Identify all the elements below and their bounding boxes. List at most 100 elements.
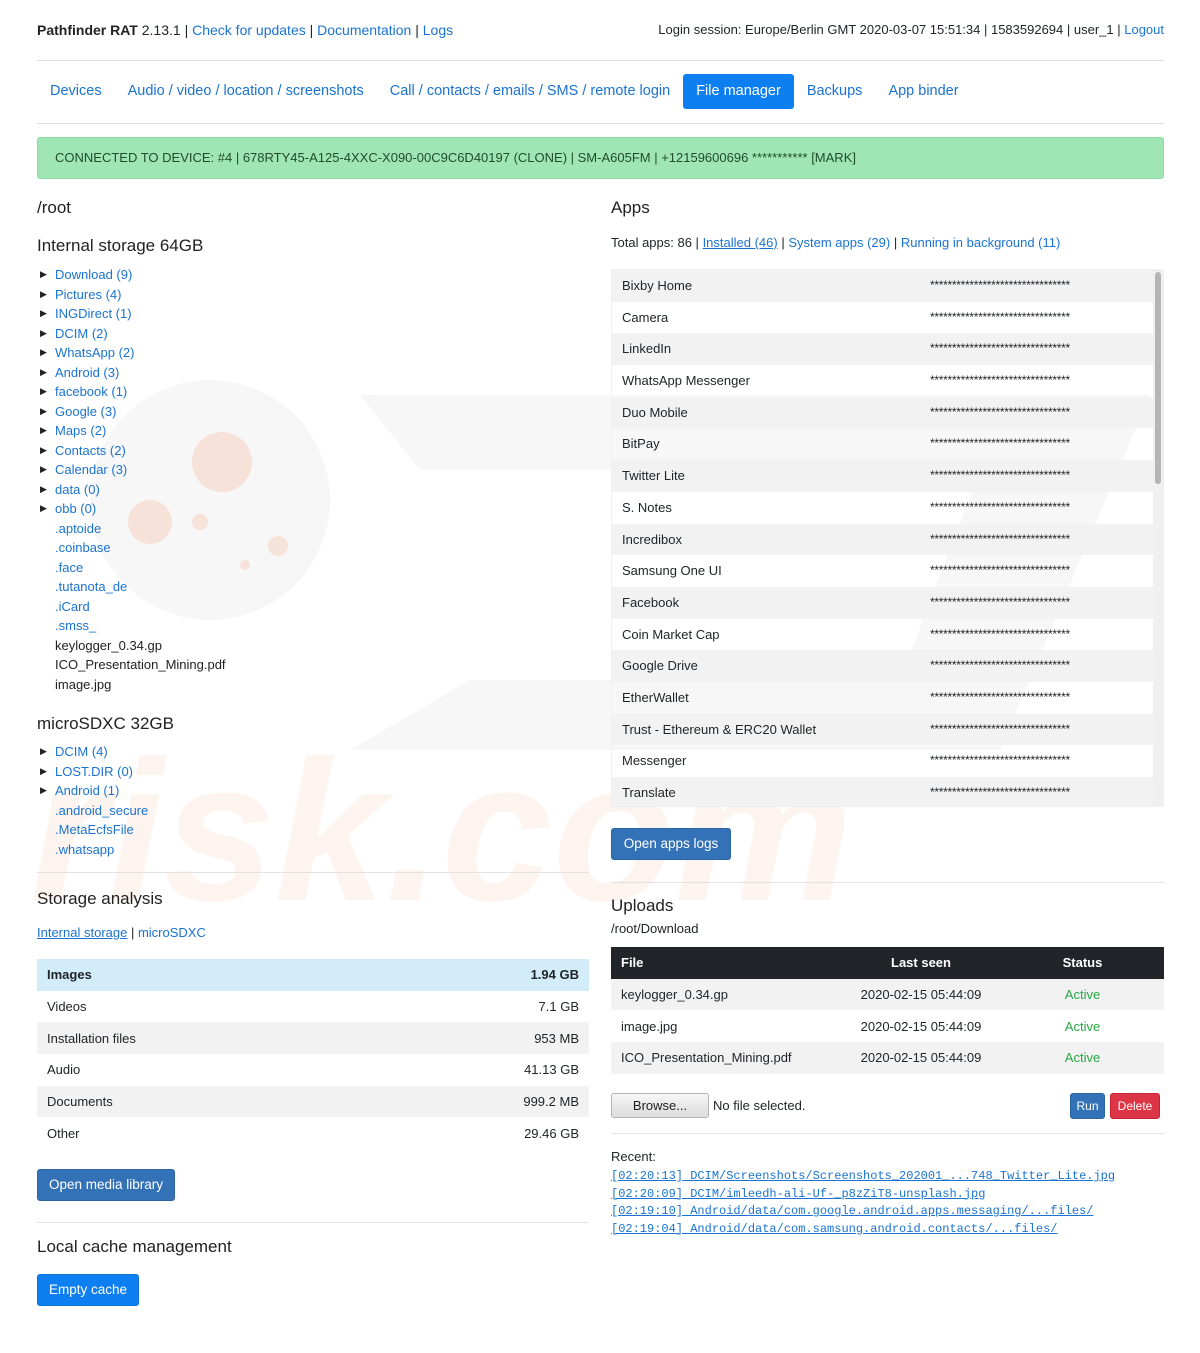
list-item[interactable]: Samsung One UI **************************… (612, 555, 1163, 587)
recent-item[interactable]: [02:20:13] DCIM/Screenshots/Screenshots_… (611, 1169, 1115, 1183)
list-item[interactable]: Google Drive ****************************… (612, 650, 1163, 682)
filter-running-background[interactable]: Running in background (11) (901, 235, 1060, 250)
filter-installed[interactable]: Installed (46) (703, 235, 778, 250)
expand-triangle-icon[interactable]: ▶ (40, 499, 47, 519)
storage-tab-sd[interactable]: microSDXC (138, 925, 206, 940)
list-item[interactable]: EtherWallet *****************************… (612, 682, 1163, 714)
folder-item[interactable]: ▶ Contacts (2) (37, 441, 337, 461)
folder-item[interactable]: ▶ Android (3) (37, 363, 337, 383)
logout-link[interactable]: Logout (1124, 22, 1164, 37)
recent-item[interactable]: [02:19:04] Android/data/com.samsung.andr… (611, 1222, 1057, 1236)
filter-system-apps[interactable]: System apps (29) (788, 235, 890, 250)
browse-button[interactable]: Browse... (611, 1093, 709, 1118)
tab-devices[interactable]: Devices (37, 74, 115, 109)
folder-item[interactable]: ▶ Maps (2) (37, 421, 337, 441)
list-item[interactable]: WhatsApp Messenger **********************… (612, 365, 1163, 397)
hidden-folder-item[interactable]: .coinbase (37, 538, 337, 558)
folder-item[interactable]: ▶ WhatsApp (2) (37, 343, 337, 363)
list-item[interactable]: S. Notes ******************************** (612, 492, 1163, 524)
tab-call-contacts[interactable]: Call / contacts / emails / SMS / remote … (377, 74, 683, 109)
folder-item[interactable]: ▶ Pictures (4) (37, 285, 337, 305)
apps-scrollbar[interactable] (1153, 270, 1163, 806)
folder-item[interactable]: ▶ facebook (1) (37, 382, 337, 402)
expand-triangle-icon[interactable]: ▶ (40, 402, 47, 422)
list-item[interactable]: Camera ******************************** (612, 302, 1163, 334)
list-item[interactable]: Bixby Home ******************************… (612, 270, 1163, 302)
app-version: 2.13.1 (141, 22, 181, 38)
hidden-folder-item[interactable]: .whatsapp (37, 840, 337, 860)
folder-item[interactable]: ▶ LOST.DIR (0) (37, 762, 337, 782)
expand-triangle-icon[interactable]: ▶ (40, 781, 47, 801)
list-item[interactable]: Incredibox ******************************… (612, 523, 1163, 556)
expand-triangle-icon[interactable]: ▶ (40, 324, 47, 344)
hidden-folder-item[interactable]: .aptoide (37, 519, 337, 539)
file-item: image.jpg (55, 676, 112, 692)
documentation-link[interactable]: Documentation (317, 22, 411, 38)
list-item[interactable]: Facebook ******************************** (612, 586, 1163, 619)
folder-item[interactable]: ▶ Android (1) (37, 781, 337, 801)
folder-item[interactable]: ▶ data (0) (37, 480, 337, 500)
expand-triangle-icon[interactable]: ▶ (40, 441, 47, 461)
hidden-folder-item[interactable]: .smss_ (37, 616, 337, 636)
expand-triangle-icon[interactable]: ▶ (40, 265, 47, 285)
expand-triangle-icon[interactable]: ▶ (40, 285, 47, 305)
open-apps-logs-button[interactable]: Open apps logs (611, 828, 731, 860)
hidden-folder-item[interactable]: .MetaEcfsFile (37, 820, 337, 840)
hidden-folder-item[interactable]: .face (37, 558, 337, 578)
status-active: Active (1064, 1018, 1101, 1034)
list-item[interactable]: Messenger *******************************… (612, 745, 1163, 777)
column-header-file: File (611, 947, 841, 979)
table-row: Audio 41.13 GB (47, 1062, 579, 1078)
expand-triangle-icon[interactable]: ▶ (40, 460, 47, 480)
list-item[interactable]: Twitter Lite ****************************… (612, 460, 1163, 492)
logs-link[interactable]: Logs (423, 22, 453, 38)
folder-item[interactable]: ▶ INGDirect (1) (37, 304, 337, 324)
delete-button[interactable]: Delete (1110, 1093, 1160, 1119)
run-button[interactable]: Run (1070, 1093, 1105, 1119)
tab-file-manager[interactable]: File manager (683, 74, 794, 109)
expand-triangle-icon[interactable]: ▶ (40, 480, 47, 500)
login-session: Login session: Europe/Berlin GMT 2020-03… (658, 22, 1164, 37)
scrollbar-thumb[interactable] (1155, 272, 1161, 484)
folder-item[interactable]: ▶ obb (0) (37, 499, 337, 519)
tab-backups[interactable]: Backups (794, 74, 876, 109)
list-item[interactable]: Coin Market Cap *************************… (612, 619, 1163, 651)
expand-triangle-icon[interactable]: ▶ (40, 382, 47, 402)
hidden-folder-item[interactable]: .tutanota_de (37, 577, 337, 597)
expand-triangle-icon[interactable]: ▶ (40, 742, 47, 762)
recent-item[interactable]: [02:19:10] Android/data/com.google.andro… (611, 1204, 1093, 1218)
folder-item[interactable]: ▶ Download (9) (37, 265, 337, 285)
tab-app-binder[interactable]: App binder (875, 74, 971, 109)
no-file-selected-text: No file selected. (713, 1098, 806, 1113)
list-item[interactable]: Duo Mobile ******************************… (612, 396, 1163, 429)
folder-item[interactable]: ▶ Google (3) (37, 402, 337, 422)
open-media-library-button[interactable]: Open media library (37, 1169, 175, 1201)
current-path: /root (37, 198, 72, 217)
list-item[interactable]: LinkedIn ******************************** (612, 333, 1163, 366)
hidden-folder-item[interactable]: .android_secure (37, 801, 337, 821)
expand-triangle-icon[interactable]: ▶ (40, 421, 47, 441)
folder-item[interactable]: ▶ DCIM (2) (37, 324, 337, 344)
apps-list[interactable]: Bixby Home ******************************… (611, 269, 1164, 807)
expand-triangle-icon[interactable]: ▶ (40, 762, 47, 782)
storage-tab-internal[interactable]: Internal storage (37, 925, 127, 940)
expand-triangle-icon[interactable]: ▶ (40, 304, 47, 324)
connected-device-alert: CONNECTED TO DEVICE: #4 | 678RTY45-A125-… (37, 137, 1164, 179)
empty-cache-button[interactable]: Empty cache (37, 1274, 139, 1306)
list-item[interactable]: Translate *******************************… (612, 777, 1163, 806)
tab-audio-video[interactable]: Audio / video / location / screenshots (115, 74, 377, 109)
total-apps: Total apps: 86 | (611, 235, 699, 250)
list-item[interactable]: BitPay ******************************** (612, 428, 1163, 460)
expand-triangle-icon[interactable]: ▶ (40, 343, 47, 363)
folder-item[interactable]: ▶ DCIM (4) (37, 742, 337, 762)
folder-item[interactable]: ▶ Calendar (3) (37, 460, 337, 480)
check-updates-link[interactable]: Check for updates (192, 22, 306, 38)
expand-triangle-icon[interactable]: ▶ (40, 363, 47, 383)
internal-storage-tree: ▶ Download (9) ▶ Pictures (4) ▶ INGDirect (… (37, 265, 337, 694)
recent-list: [02:20:13] DCIM/Screenshots/Screenshots_… (611, 1167, 1164, 1237)
sd-storage-tree: ▶ DCIM (4) ▶ LOST.DIR (0) ▶ Android (1) .an… (37, 742, 337, 859)
main-nav: Devices Audio / video / location / scree… (37, 74, 972, 110)
hidden-folder-item[interactable]: .iCard (37, 597, 337, 617)
recent-item[interactable]: [02:20:09] DCIM/imleedh-ali-Uf-_p8zZiT8-… (611, 1187, 985, 1201)
list-item[interactable]: Trust - Ethereum & ERC20 Wallet *********… (612, 713, 1163, 746)
